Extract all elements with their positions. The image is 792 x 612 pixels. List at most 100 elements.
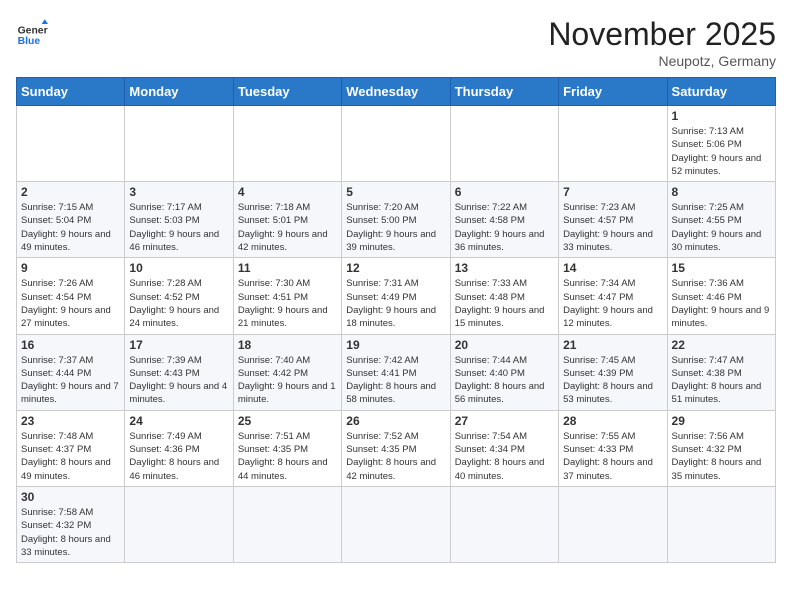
calendar-cell: 29Sunrise: 7:56 AM Sunset: 4:32 PM Dayli…: [667, 410, 775, 486]
day-info: Sunrise: 7:34 AM Sunset: 4:47 PM Dayligh…: [563, 277, 662, 330]
calendar-cell: 17Sunrise: 7:39 AM Sunset: 4:43 PM Dayli…: [125, 334, 233, 410]
day-info: Sunrise: 7:26 AM Sunset: 4:54 PM Dayligh…: [21, 277, 120, 330]
day-info: Sunrise: 7:52 AM Sunset: 4:35 PM Dayligh…: [346, 430, 445, 483]
calendar-cell: [125, 486, 233, 562]
calendar-cell: 15Sunrise: 7:36 AM Sunset: 4:46 PM Dayli…: [667, 258, 775, 334]
day-number: 14: [563, 261, 662, 275]
calendar-cell: [559, 486, 667, 562]
day-info: Sunrise: 7:18 AM Sunset: 5:01 PM Dayligh…: [238, 201, 337, 254]
calendar-week-row: 30Sunrise: 7:58 AM Sunset: 4:32 PM Dayli…: [17, 486, 776, 562]
day-info: Sunrise: 7:42 AM Sunset: 4:41 PM Dayligh…: [346, 354, 445, 407]
calendar-cell: 13Sunrise: 7:33 AM Sunset: 4:48 PM Dayli…: [450, 258, 558, 334]
day-number: 16: [21, 338, 120, 352]
calendar-cell: [450, 486, 558, 562]
day-info: Sunrise: 7:13 AM Sunset: 5:06 PM Dayligh…: [672, 125, 771, 178]
calendar-cell: 23Sunrise: 7:48 AM Sunset: 4:37 PM Dayli…: [17, 410, 125, 486]
calendar-cell: 9 Sunrise: 7:26 AM Sunset: 4:54 PM Daylig…: [17, 258, 125, 334]
day-number: 11: [238, 261, 337, 275]
day-number: 23: [21, 414, 120, 428]
calendar-header-saturday: Saturday: [667, 78, 775, 106]
day-info: Sunrise: 7:49 AM Sunset: 4:36 PM Dayligh…: [129, 430, 228, 483]
day-number: 7: [563, 185, 662, 199]
day-info: Sunrise: 7:37 AM Sunset: 4:44 PM Dayligh…: [21, 354, 120, 407]
calendar-cell: 3Sunrise: 7:17 AM Sunset: 5:03 PM Daylig…: [125, 182, 233, 258]
logo: General Blue: [16, 16, 48, 48]
day-number: 8: [672, 185, 771, 199]
calendar-cell: 30Sunrise: 7:58 AM Sunset: 4:32 PM Dayli…: [17, 486, 125, 562]
day-number: 6: [455, 185, 554, 199]
day-info: Sunrise: 7:25 AM Sunset: 4:55 PM Dayligh…: [672, 201, 771, 254]
calendar-week-row: 23Sunrise: 7:48 AM Sunset: 4:37 PM Dayli…: [17, 410, 776, 486]
day-info: Sunrise: 7:40 AM Sunset: 4:42 PM Dayligh…: [238, 354, 337, 407]
day-info: Sunrise: 7:22 AM Sunset: 4:58 PM Dayligh…: [455, 201, 554, 254]
calendar-cell: 8 Sunrise: 7:25 AM Sunset: 4:55 PM Daylig…: [667, 182, 775, 258]
day-info: Sunrise: 7:54 AM Sunset: 4:34 PM Dayligh…: [455, 430, 554, 483]
day-number: 9: [21, 261, 120, 275]
calendar-cell: 28 Sunrise: 7:55 AM Sunset: 4:33 PM Dayli…: [559, 410, 667, 486]
day-number: 10: [129, 261, 228, 275]
day-number: 27: [455, 414, 554, 428]
calendar-cell: 12Sunrise: 7:31 AM Sunset: 4:49 PM Dayli…: [342, 258, 450, 334]
day-number: 19: [346, 338, 445, 352]
calendar-header-sunday: Sunday: [17, 78, 125, 106]
calendar-cell: 25Sunrise: 7:51 AM Sunset: 4:35 PM Dayli…: [233, 410, 341, 486]
day-number: 20: [455, 338, 554, 352]
day-number: 26: [346, 414, 445, 428]
day-info: Sunrise: 7:15 AM Sunset: 5:04 PM Dayligh…: [21, 201, 120, 254]
calendar-cell: 7 Sunrise: 7:23 AM Sunset: 4:57 PM Daylig…: [559, 182, 667, 258]
day-info: Sunrise: 7:20 AM Sunset: 5:00 PM Dayligh…: [346, 201, 445, 254]
day-info: Sunrise: 7:55 AM Sunset: 4:33 PM Dayligh…: [563, 430, 662, 483]
day-info: Sunrise: 7:58 AM Sunset: 4:32 PM Dayligh…: [21, 506, 120, 559]
calendar-cell: 18 Sunrise: 7:40 AM Sunset: 4:42 PM Dayli…: [233, 334, 341, 410]
day-number: 5: [346, 185, 445, 199]
day-info: Sunrise: 7:23 AM Sunset: 4:57 PM Dayligh…: [563, 201, 662, 254]
calendar-cell: 20 Sunrise: 7:44 AM Sunset: 4:40 PM Dayli…: [450, 334, 558, 410]
day-number: 21: [563, 338, 662, 352]
svg-text:Blue: Blue: [18, 36, 41, 47]
calendar-cell: 19 Sunrise: 7:42 AM Sunset: 4:41 PM Dayli…: [342, 334, 450, 410]
calendar-cell: 4 Sunrise: 7:18 AM Sunset: 5:01 PM Daylig…: [233, 182, 341, 258]
calendar-header-friday: Friday: [559, 78, 667, 106]
day-number: 12: [346, 261, 445, 275]
logo-icon: General Blue: [16, 16, 48, 48]
day-info: Sunrise: 7:51 AM Sunset: 4:35 PM Dayligh…: [238, 430, 337, 483]
day-number: 13: [455, 261, 554, 275]
day-number: 1: [672, 109, 771, 123]
calendar-table: SundayMondayTuesdayWednesdayThursdayFrid…: [16, 77, 776, 563]
calendar-cell: 22 Sunrise: 7:47 AM Sunset: 4:38 PM Dayli…: [667, 334, 775, 410]
day-info: Sunrise: 7:28 AM Sunset: 4:52 PM Dayligh…: [129, 277, 228, 330]
calendar-cell: [17, 106, 125, 182]
calendar-cell: [342, 106, 450, 182]
calendar-header-wednesday: Wednesday: [342, 78, 450, 106]
calendar-cell: 6 Sunrise: 7:22 AM Sunset: 4:58 PM Daylig…: [450, 182, 558, 258]
day-number: 22: [672, 338, 771, 352]
day-number: 3: [129, 185, 228, 199]
day-number: 24: [129, 414, 228, 428]
calendar-cell: 21 Sunrise: 7:45 AM Sunset: 4:39 PM Dayli…: [559, 334, 667, 410]
calendar-cell: 1 Sunrise: 7:13 AM Sunset: 5:06 PM Daylig…: [667, 106, 775, 182]
day-info: Sunrise: 7:30 AM Sunset: 4:51 PM Dayligh…: [238, 277, 337, 330]
day-info: Sunrise: 7:39 AM Sunset: 4:43 PM Dayligh…: [129, 354, 228, 407]
calendar-cell: [667, 486, 775, 562]
day-info: Sunrise: 7:47 AM Sunset: 4:38 PM Dayligh…: [672, 354, 771, 407]
day-number: 2: [21, 185, 120, 199]
calendar-cell: 16 Sunrise: 7:37 AM Sunset: 4:44 PM Dayli…: [17, 334, 125, 410]
title-block: November 2025 Neupotz, Germany: [548, 16, 776, 69]
day-number: 4: [238, 185, 337, 199]
calendar-week-row: 2 Sunrise: 7:15 AM Sunset: 5:04 PM Daylig…: [17, 182, 776, 258]
calendar-cell: 24 Sunrise: 7:49 AM Sunset: 4:36 PM Dayli…: [125, 410, 233, 486]
calendar-week-row: 1 Sunrise: 7:13 AM Sunset: 5:06 PM Daylig…: [17, 106, 776, 182]
day-info: Sunrise: 7:44 AM Sunset: 4:40 PM Dayligh…: [455, 354, 554, 407]
day-info: Sunrise: 7:36 AM Sunset: 4:46 PM Dayligh…: [672, 277, 771, 330]
day-number: 28: [563, 414, 662, 428]
calendar-body: 1 Sunrise: 7:13 AM Sunset: 5:06 PM Daylig…: [17, 106, 776, 563]
calendar-cell: 5 Sunrise: 7:20 AM Sunset: 5:00 PM Daylig…: [342, 182, 450, 258]
page-header: General Blue November 2025 Neupotz, Germ…: [16, 16, 776, 69]
calendar-week-row: 9 Sunrise: 7:26 AM Sunset: 4:54 PM Daylig…: [17, 258, 776, 334]
calendar-cell: [233, 486, 341, 562]
day-number: 18: [238, 338, 337, 352]
day-info: Sunrise: 7:45 AM Sunset: 4:39 PM Dayligh…: [563, 354, 662, 407]
calendar-cell: 11 Sunrise: 7:30 AM Sunset: 4:51 PM Dayli…: [233, 258, 341, 334]
calendar-cell: [125, 106, 233, 182]
calendar-cell: 14 Sunrise: 7:34 AM Sunset: 4:47 PM Dayli…: [559, 258, 667, 334]
